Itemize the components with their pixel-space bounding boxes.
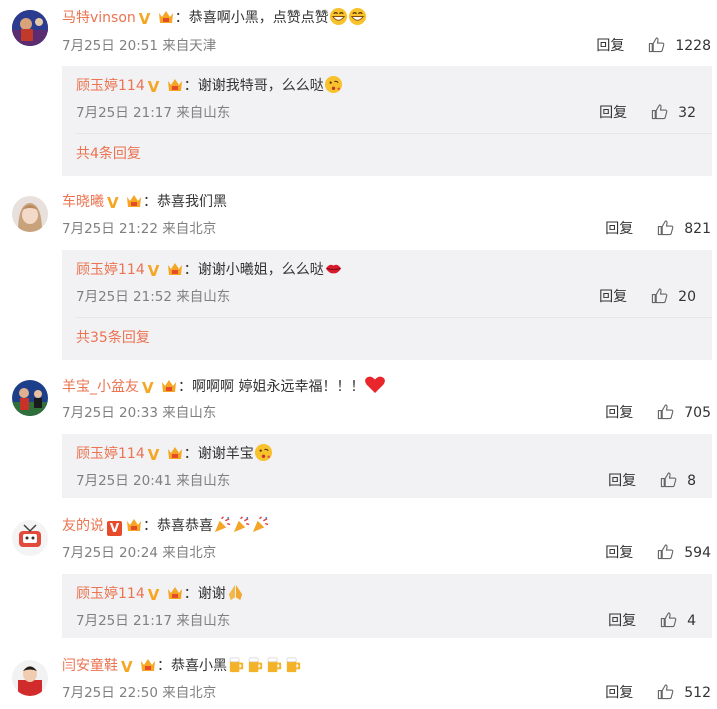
comment-meta: 7月25日 20:24 来自北京 <box>62 545 217 561</box>
vip-badge-icon: V <box>121 658 133 676</box>
beer-mug-icon <box>284 655 303 674</box>
member-icon <box>157 9 175 25</box>
beer-mug-icon <box>246 655 265 674</box>
reply-button[interactable]: 回复 <box>608 611 636 631</box>
avatar[interactable] <box>12 380 48 416</box>
comment-meta: 7月25日 20:33 来自山东 <box>62 405 217 421</box>
like-count: 4 <box>687 613 696 629</box>
reply-meta: 7月25日 21:17 来自山东 <box>76 613 231 629</box>
member-icon <box>139 657 157 673</box>
vip-badge-icon: V <box>142 379 154 397</box>
avatar[interactable] <box>12 660 48 696</box>
like-count: 594 <box>684 545 711 561</box>
divider <box>76 317 712 318</box>
username[interactable]: 车晓曦 <box>62 194 104 210</box>
comment-text: ：恭喜我们黑 <box>143 194 227 210</box>
thumbs-up-icon[interactable] <box>657 683 674 700</box>
thumbs-up-icon[interactable] <box>648 36 665 53</box>
thumbs-up-icon[interactable] <box>651 103 668 120</box>
avatar[interactable] <box>12 196 48 232</box>
member-icon <box>125 517 143 533</box>
thumbs-up-icon[interactable] <box>651 287 668 304</box>
reply-username[interactable]: 顾玉婷114 <box>76 586 145 602</box>
party-popper-icon <box>232 515 251 534</box>
username[interactable]: 友的说 <box>62 518 104 534</box>
comment-text: ：啊啊啊 婷姐永远幸福！！！ <box>178 379 365 395</box>
more-replies-link[interactable]: 共35条回复 <box>76 328 150 348</box>
reply-box: 顾玉婷114 V ：谢谢羊宝 7月25日 20:41 来自山东 回复 8 <box>62 434 712 498</box>
member-icon <box>166 445 184 461</box>
like-count: 20 <box>678 289 696 305</box>
username[interactable]: 马特vinson <box>62 10 136 26</box>
thumbs-up-icon[interactable] <box>657 403 674 420</box>
reply-button[interactable]: 回复 <box>599 103 627 123</box>
kiss-emoji-icon <box>254 443 273 462</box>
lips-emoji-icon <box>324 259 343 278</box>
reply-meta: 7月25日 21:17 来自山东 <box>76 105 231 121</box>
comment-text: ：恭喜啊小黑，点赞点赞 <box>174 10 329 26</box>
reply-text: ：谢谢羊宝 <box>183 446 254 462</box>
comment-text: ：恭喜小黑 <box>157 658 227 674</box>
comment-meta: 7月25日 22:50 来自北京 <box>62 685 217 701</box>
like-count: 512 <box>684 685 711 701</box>
reply-button[interactable]: 回复 <box>605 403 633 423</box>
more-replies-link[interactable]: 共4条回复 <box>76 144 141 164</box>
grin-emoji-icon <box>348 7 367 26</box>
reply-button[interactable]: 回复 <box>605 219 633 239</box>
beer-mug-icon <box>265 655 284 674</box>
reply-text: ：谢谢 <box>183 586 226 602</box>
vip-badge-icon: V <box>147 78 160 96</box>
comment-text: ：恭喜恭喜 <box>143 518 213 534</box>
thumbs-up-icon[interactable] <box>660 471 677 488</box>
party-popper-icon <box>251 515 270 534</box>
member-icon <box>166 261 184 277</box>
reply-text: ：谢谢小曦姐，么么哒 <box>183 262 324 278</box>
avatar[interactable] <box>12 10 48 46</box>
heart-emoji-icon <box>364 375 386 394</box>
member-icon <box>160 378 178 394</box>
reply-button[interactable]: 回复 <box>599 287 627 307</box>
reply-username[interactable]: 顾玉婷114 <box>76 446 145 462</box>
thumbs-up-icon[interactable] <box>660 611 677 628</box>
reply-button[interactable]: 回复 <box>605 683 633 703</box>
thumbs-up-icon[interactable] <box>657 219 674 236</box>
reply-button[interactable]: 回复 <box>605 543 633 563</box>
reply-button[interactable]: 回复 <box>596 36 624 56</box>
vip-badge-icon: V <box>147 446 160 464</box>
reply-username[interactable]: 顾玉婷114 <box>76 78 145 94</box>
reply-text: ：谢谢我特哥，么么哒 <box>183 78 324 94</box>
comment-meta: 7月25日 21:22 来自北京 <box>62 221 217 237</box>
like-count: 1228 <box>675 38 711 54</box>
vip-badge-icon: V <box>138 10 151 28</box>
vip-badge-icon: V <box>107 521 122 536</box>
member-icon <box>125 193 143 209</box>
username[interactable]: 羊宝_小盆友 <box>62 379 139 395</box>
like-count: 32 <box>678 105 696 121</box>
reply-button[interactable]: 回复 <box>608 471 636 491</box>
avatar[interactable] <box>12 520 48 556</box>
like-count: 8 <box>687 473 696 489</box>
member-icon <box>166 77 184 93</box>
reply-box: 顾玉婷114 V ：谢谢我特哥，么么哒 7月25日 21:17 来自山东 回复 32 … <box>62 66 712 176</box>
kiss-emoji-icon <box>324 75 343 94</box>
reply-username[interactable]: 顾玉婷114 <box>76 262 145 278</box>
vip-badge-icon: V <box>147 586 160 604</box>
like-count: 705 <box>684 405 711 421</box>
praying-hands-icon <box>226 583 245 602</box>
reply-meta: 7月25日 21:52 来自山东 <box>76 289 231 305</box>
grin-emoji-icon <box>329 7 348 26</box>
beer-mug-icon <box>227 655 246 674</box>
thumbs-up-icon[interactable] <box>657 543 674 560</box>
username[interactable]: 闫安童鞋 <box>62 658 118 674</box>
reply-box: 顾玉婷114 V ：谢谢 7月25日 21:17 来自山东 回复 4 <box>62 574 712 638</box>
reply-meta: 7月25日 20:41 来自山东 <box>76 473 231 489</box>
party-popper-icon <box>213 515 232 534</box>
divider <box>76 133 712 134</box>
comment-meta: 7月25日 20:51 来自天津 <box>62 38 217 54</box>
vip-badge-icon: V <box>107 194 119 212</box>
member-icon <box>166 585 184 601</box>
like-count: 821 <box>684 221 711 237</box>
vip-badge-icon: V <box>147 262 160 280</box>
reply-box: 顾玉婷114 V ：谢谢小曦姐，么么哒 7月25日 21:52 来自山东 回复 20 … <box>62 250 712 360</box>
